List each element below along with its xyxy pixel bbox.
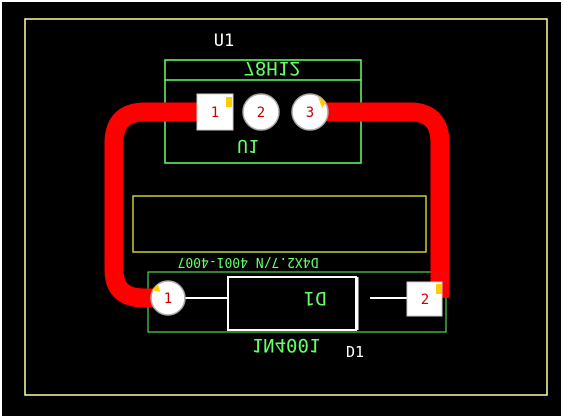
d1-pad-1-number: 1: [164, 291, 172, 307]
u1-value-mirrored: 78H12: [243, 57, 300, 79]
u1-pad-2-number: 2: [257, 105, 265, 121]
pcb-canvas[interactable]: 1 2 3 1 2 U1 78H12 U1 D4X2.7/N 4001-4007…: [0, 0, 563, 418]
d1-pad-2-number: 2: [421, 292, 429, 308]
d1-value-mirrored: 1N4001: [252, 334, 321, 356]
u1-designator-mirrored: U1: [237, 135, 259, 156]
u1-pad-2[interactable]: 2: [242, 93, 280, 131]
d1-designator-bottom: D1: [346, 343, 364, 361]
u1-pad-1-number: 1: [211, 105, 219, 121]
u1-pad-3[interactable]: 3: [291, 93, 329, 131]
d1-designator-mirrored: D1: [304, 287, 327, 309]
pcb-view[interactable]: 1 2 3 1 2 U1 78H12 U1 D4X2.7/N 4001-4007…: [0, 0, 563, 418]
u1-designator-top: U1: [214, 31, 234, 51]
u1-pad-3-number: 3: [306, 105, 314, 121]
d1-pad-2[interactable]: 2: [406, 281, 443, 317]
d1-pad-1[interactable]: 1: [150, 280, 186, 316]
d1-footprint-mirrored: D4X2.7/N 4001-4007: [178, 254, 319, 269]
u1-pad-1[interactable]: 1: [196, 93, 234, 131]
